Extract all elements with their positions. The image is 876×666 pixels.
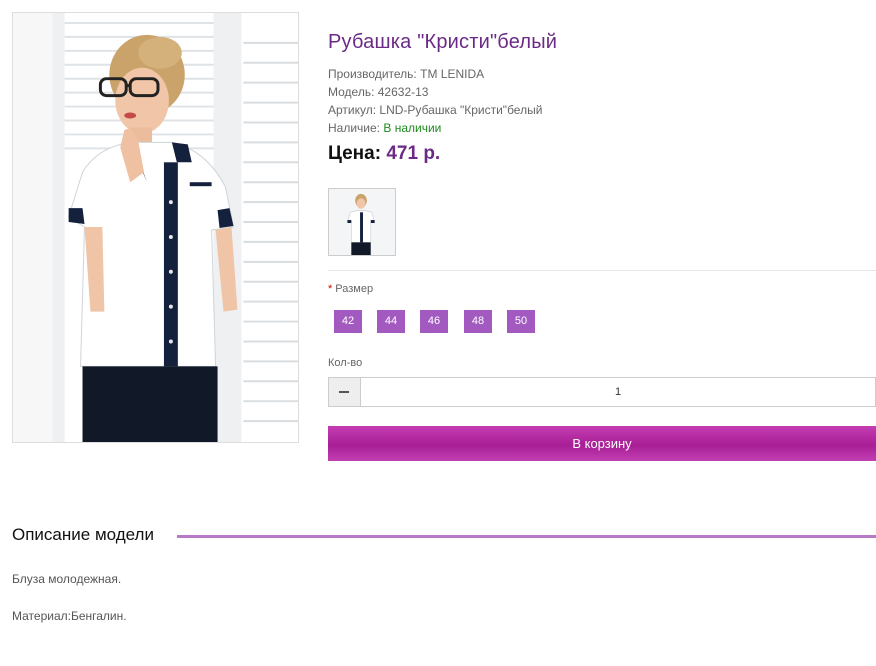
quantity-input[interactable] (361, 378, 875, 406)
model-label: Модель: (328, 85, 375, 99)
product-meta: Производитель: TM LENIDA Модель: 42632-1… (328, 65, 542, 137)
size-option-46[interactable]: 46 (420, 310, 448, 333)
manufacturer-label: Производитель: (328, 67, 417, 81)
size-option-44[interactable]: 44 (377, 310, 405, 333)
quantity-decrease-button[interactable] (329, 378, 361, 406)
size-option-48[interactable]: 48 (464, 310, 492, 333)
quantity-stepper (328, 377, 876, 407)
required-mark: * (328, 283, 333, 295)
price-value: 471 р. (386, 143, 441, 164)
product-thumbnail[interactable] (328, 188, 396, 256)
size-option-50[interactable]: 50 (507, 310, 535, 333)
sku-row: Артикул: LND-Рубашка "Кристи"белый (328, 101, 542, 119)
availability-row: Наличие: В наличии (328, 119, 542, 137)
price-row: Цена: 471 р. (328, 143, 440, 165)
availability-status: В наличии (383, 121, 442, 135)
model-row: Модель: 42632-13 (328, 83, 542, 101)
sku-value: LND-Рубашка "Кристи"белый (379, 103, 543, 117)
size-option-42[interactable]: 42 (334, 310, 362, 333)
quantity-label: Кол-во (328, 357, 363, 369)
description-heading: Описание модели (12, 525, 154, 544)
product-photo-illustration (13, 13, 298, 442)
description-paragraph: Блуза молодежная. (12, 572, 122, 586)
options-divider (328, 270, 876, 271)
price-label: Цена: (328, 143, 382, 164)
sku-label: Артикул: (328, 103, 377, 117)
description-paragraph: Материал:Бенгалин. (12, 609, 127, 623)
manufacturer-value[interactable]: TM LENIDA (420, 67, 484, 81)
size-label-text: Размер (335, 283, 374, 295)
product-main-image[interactable] (12, 12, 299, 443)
manufacturer-row: Производитель: TM LENIDA (328, 65, 542, 83)
minus-icon (339, 391, 349, 393)
thumbnail-illustration (329, 189, 395, 255)
product-title: Рубашка "Кристи"белый (328, 31, 558, 53)
description-heading-rule (177, 535, 876, 538)
size-option-label: * Размер (328, 283, 373, 295)
availability-label: Наличие: (328, 121, 381, 135)
model-value: 42632-13 (377, 85, 429, 99)
add-to-cart-button[interactable]: В корзину (328, 426, 876, 461)
